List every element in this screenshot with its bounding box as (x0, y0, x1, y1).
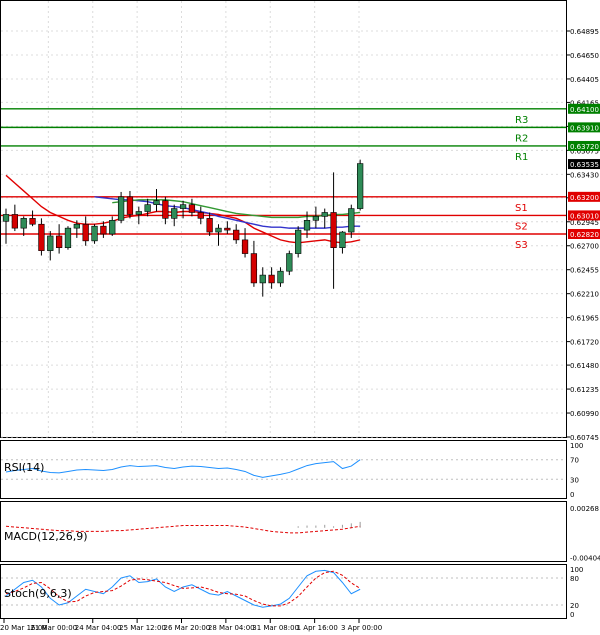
time-tick-label: 31 Mar 08:00 (252, 624, 299, 632)
time-axis: 20 Mar 16:0021 Mar 00:0024 Mar 04:0025 M… (0, 619, 382, 632)
level-price-tag-text: 0.63200 (570, 194, 599, 202)
candle-body (82, 223, 89, 242)
time-tick-label: 3 Apr 00:00 (341, 624, 382, 632)
rsi-tick-label: 0 (570, 491, 574, 499)
candle-body (109, 220, 116, 235)
candle-body (188, 204, 196, 213)
stoch-panel[interactable]: Stoch(9,6,3) (0, 564, 567, 619)
candle-body (171, 208, 178, 219)
candle-body (38, 223, 45, 251)
stoch-tick-label: 100 (570, 566, 583, 574)
stoch-tick-label: 20 (570, 602, 579, 610)
candle-body (348, 208, 355, 233)
time-tick-label: 26 Mar 20:00 (164, 624, 211, 632)
level-label-r3: R3 (515, 115, 528, 126)
candle-body (162, 200, 169, 219)
candle-body (2, 214, 10, 222)
macd-panel[interactable]: MACD(12,26,9) (0, 501, 567, 562)
candle-body (303, 220, 311, 231)
macd-tick-label: 0.00268 (570, 505, 599, 513)
rsi-axis: 100 70 30 0 (570, 442, 583, 499)
rsi-label: RSI(14) (4, 461, 44, 474)
candle-body (47, 235, 54, 251)
price-tick-label: 0.61480 (570, 362, 599, 370)
candle-body (277, 270, 284, 284)
candle-body (224, 227, 231, 231)
price-tick-label: 0.61235 (570, 386, 599, 394)
candle-body (11, 214, 18, 229)
price-tick-label: 0.62700 (570, 243, 599, 251)
level-label-s3: S3 (515, 240, 528, 251)
level-price-tag-text: 0.64100 (570, 106, 599, 114)
level-price-tag-text: 0.63720 (570, 143, 599, 151)
candle-body (73, 223, 80, 229)
candle-body (64, 227, 72, 249)
candle-body (20, 218, 27, 229)
level-label-s1: S1 (515, 203, 528, 214)
time-tick-label: 24 Mar 04:00 (75, 624, 122, 632)
level-price-tag-text: 0.62820 (570, 231, 599, 239)
candle-body (286, 253, 293, 272)
trading-chart[interactable]: R3R2R1S1S2S3 0.648950.646500.644050.6416… (0, 0, 600, 635)
candle-body (91, 225, 98, 242)
time-tick-label: 25 Mar 12:00 (119, 624, 166, 632)
price-tick-label: 0.60745 (570, 434, 599, 442)
stoch-tick-label: 0 (570, 611, 574, 619)
candle-body (233, 229, 240, 241)
main-price-panel[interactable]: R3 R2 R1 S1 S2 S3 (0, 0, 567, 438)
time-tick-label: 1 Apr 16:00 (297, 624, 338, 632)
candle-body (339, 231, 346, 249)
price-tick-label: 0.64405 (570, 76, 599, 84)
price-tick-label: 0.62210 (570, 291, 599, 299)
level-label-r1: R1 (515, 152, 528, 163)
time-tick-label: 21 Mar 00:00 (30, 624, 77, 632)
macd-tick-label: -0.00404 (570, 554, 600, 562)
price-tick-label: 0.61965 (570, 315, 599, 323)
price-axis: 0.648950.646500.644050.641650.639200.636… (566, 28, 600, 442)
candle-body (179, 204, 187, 209)
rsi-tick-label: 70 (570, 457, 579, 465)
candle-body (206, 218, 213, 233)
candle-body (117, 196, 125, 221)
candle-body (312, 216, 320, 221)
price-tick-label: 0.64650 (570, 52, 599, 60)
candle-body (197, 212, 204, 219)
candle-body (321, 212, 328, 217)
rsi-tick-label: 30 (570, 476, 579, 484)
candle-body (250, 253, 258, 284)
price-tick-label: 0.60990 (570, 410, 599, 418)
candle-body (126, 196, 134, 215)
candle-body (29, 218, 36, 225)
candle-body (55, 235, 63, 249)
level-label-r2: R2 (515, 133, 528, 144)
macd-axis: 0.00268 -0.00404 (570, 505, 600, 562)
candle-body (135, 211, 142, 215)
rsi-panel[interactable]: RSI(14) (0, 440, 567, 499)
stoch-label: Stoch(9,6,3) (4, 587, 72, 600)
rsi-tick-label: 100 (570, 442, 583, 450)
candle-body (268, 274, 275, 284)
stoch-tick-label: 80 (570, 575, 579, 583)
price-tick-label: 0.63430 (570, 171, 599, 179)
price-tick-label: 0.62455 (570, 267, 599, 275)
current-price-text: 0.63535 (570, 161, 599, 169)
price-tick-label: 0.64895 (570, 28, 599, 36)
candle-body (295, 229, 302, 254)
stoch-panel-frame (0, 564, 567, 619)
candle-body (241, 239, 249, 254)
candle-body (215, 227, 222, 233)
stoch-axis: 10080 200 (570, 566, 583, 619)
level-price-tag-text: 0.63010 (570, 212, 599, 220)
level-price-tag-text: 0.63910 (570, 124, 599, 132)
price-tick-label: 0.61720 (570, 339, 599, 347)
macd-label: MACD(12,26,9) (4, 530, 88, 543)
candle-body (144, 204, 151, 212)
time-tick-label: 28 Mar 04:00 (208, 624, 255, 632)
candle-body (259, 274, 266, 284)
level-label-s2: S2 (515, 221, 528, 232)
candle-body (153, 200, 160, 205)
candle-body (330, 212, 337, 249)
candle-body (100, 225, 107, 235)
candle-body (357, 163, 364, 209)
